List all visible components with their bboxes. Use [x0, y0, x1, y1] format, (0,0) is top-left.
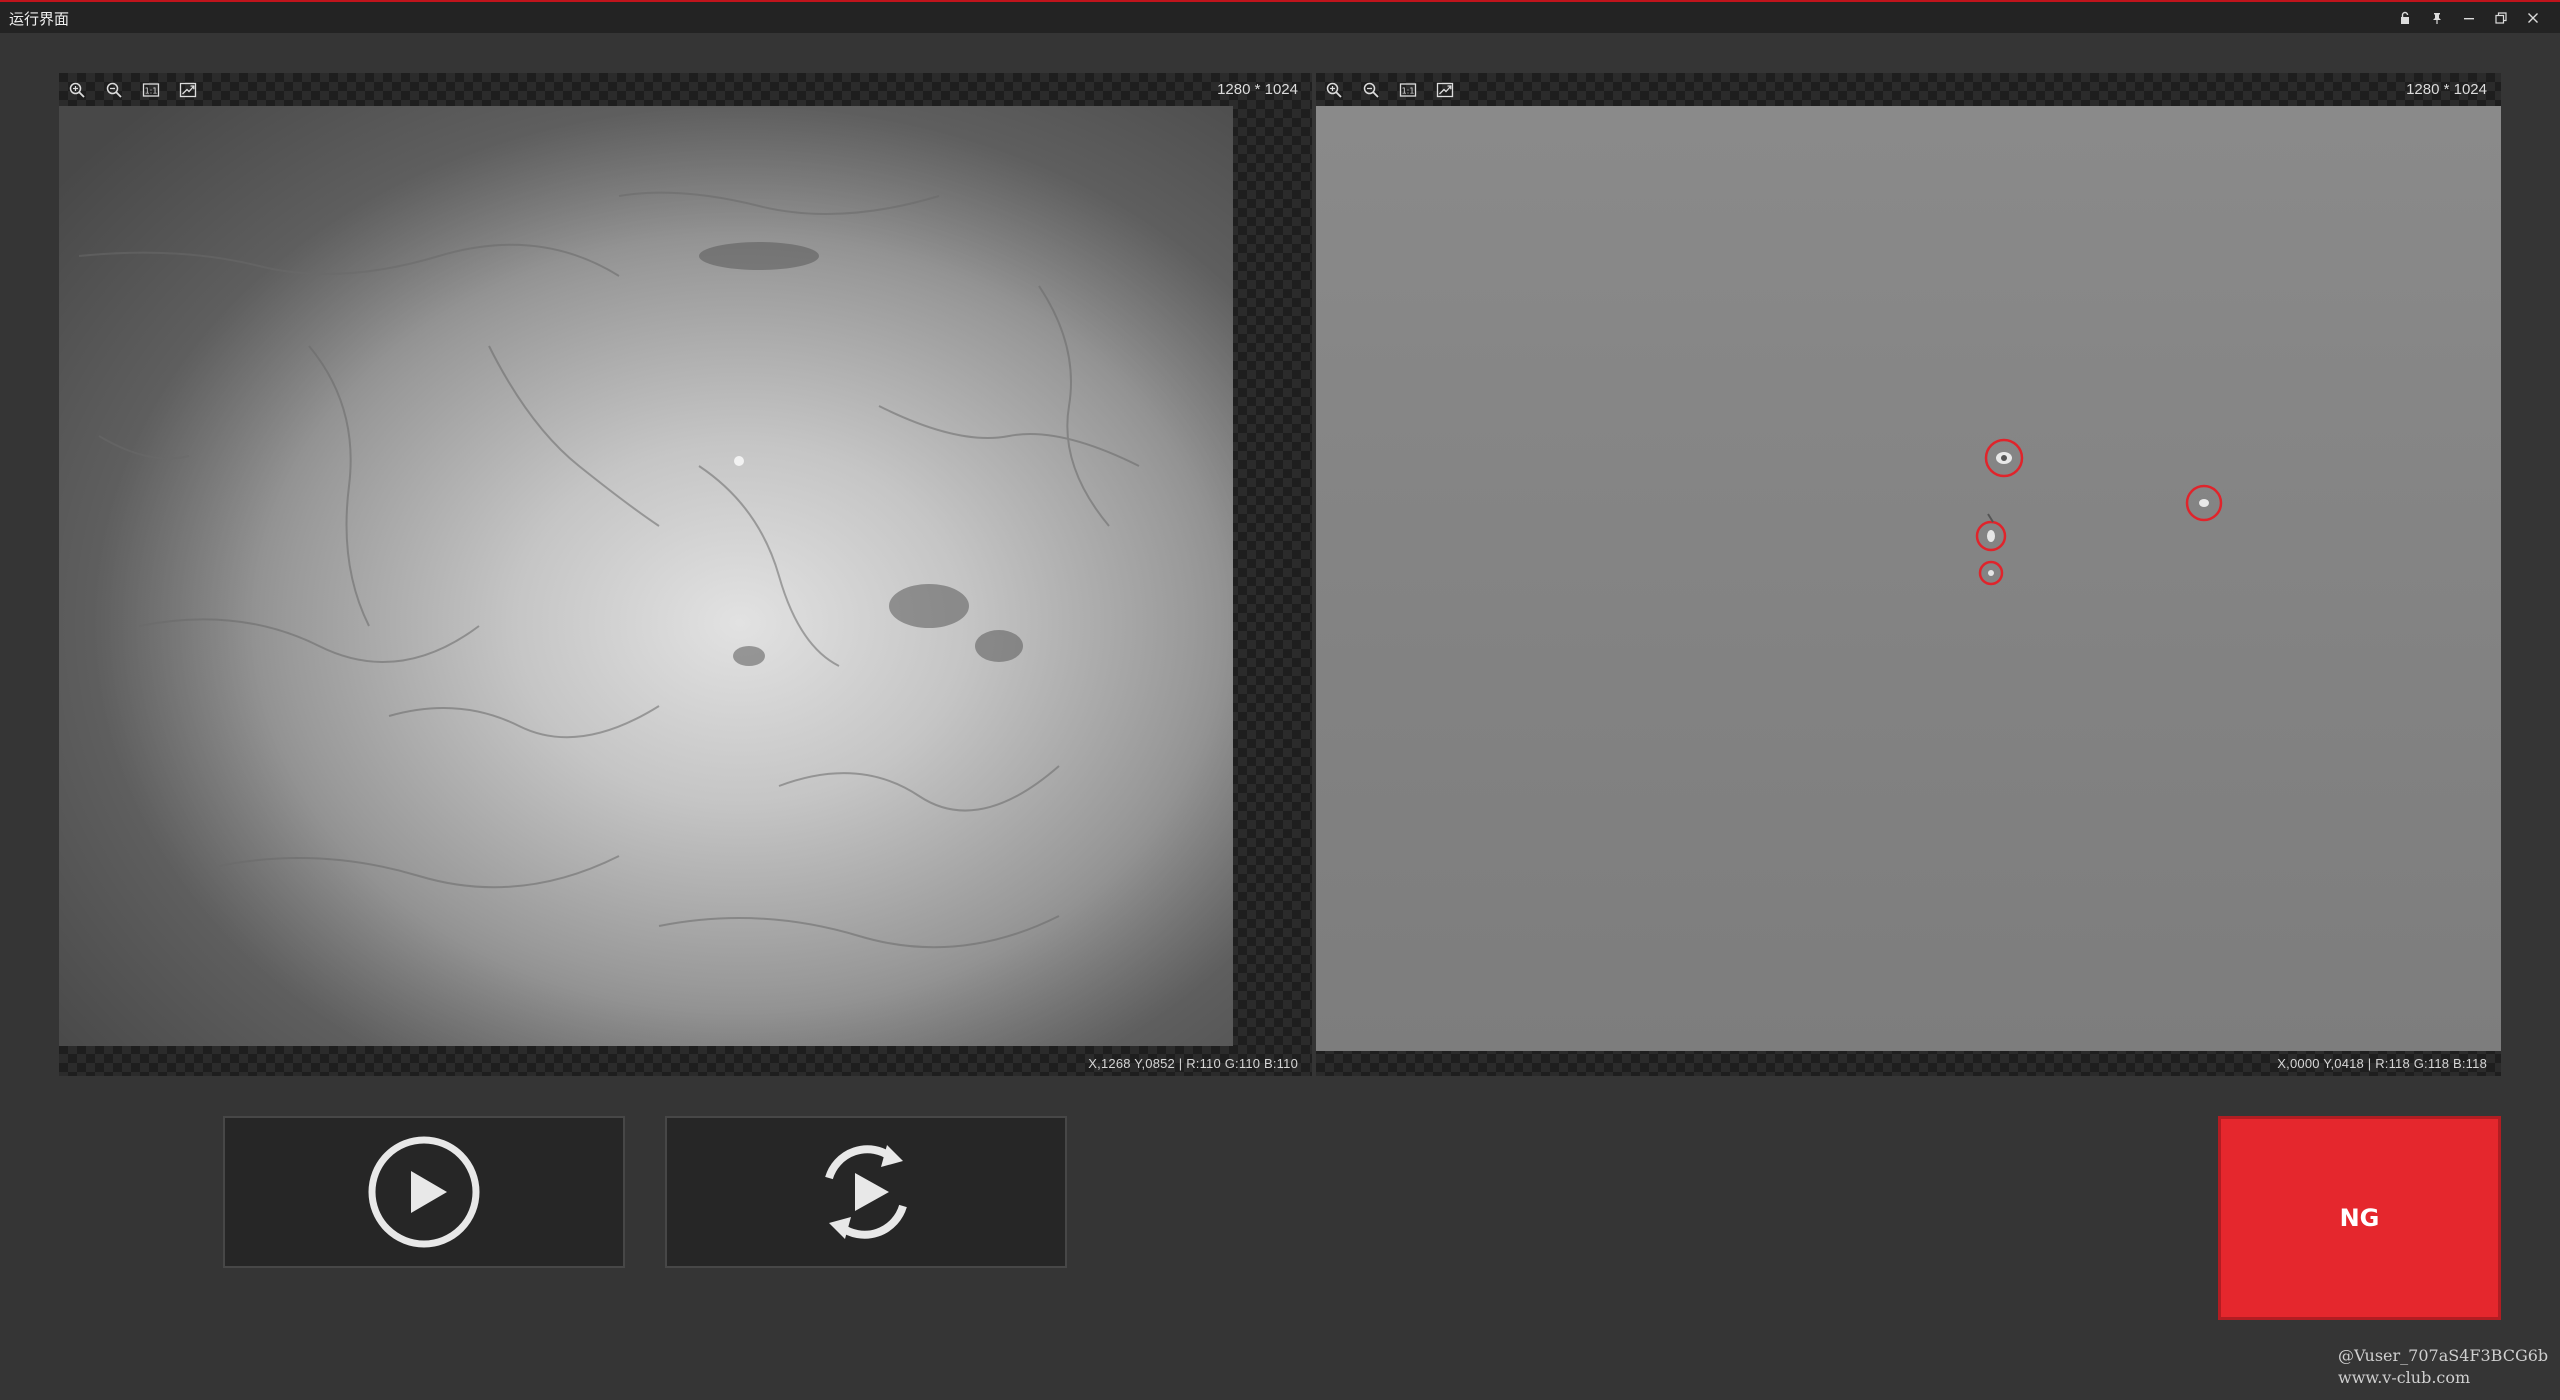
cycle-play-icon: [825, 1145, 907, 1239]
close-icon[interactable]: [2520, 7, 2546, 29]
result-indicator: NG: [2218, 1116, 2501, 1320]
actual-size-icon[interactable]: 1:1: [1398, 80, 1418, 100]
fit-image-icon[interactable]: [178, 80, 198, 100]
camera-image-right: [1316, 106, 2501, 1051]
camera-image-left: [59, 106, 1233, 1046]
pixel-status: X,0000 Y,0418 | R:118 G:118 B:118: [2277, 1056, 2487, 1071]
svg-text:1:1: 1:1: [1402, 87, 1415, 96]
viewer-toolbar: 1:1 1280 * 1024: [1316, 73, 2501, 106]
image-resolution: 1280 * 1024: [2406, 81, 2487, 98]
actual-size-icon[interactable]: 1:1: [141, 80, 161, 100]
pixel-status: X,1268 Y,0852 | R:110 G:110 B:110: [1088, 1056, 1298, 1071]
watermark: @Vuser_707aS4F3BCG6b www.v-club.com: [2338, 1345, 2548, 1389]
run-continuous-button[interactable]: [665, 1116, 1067, 1268]
window-controls: [2392, 7, 2546, 29]
camera-viewer-right[interactable]: 1:1 1280 * 1024 X,0000 Y,0418 | R:118 G:…: [1316, 73, 2501, 1076]
defect-overlay: [1975, 438, 2223, 586]
window-title: 运行界面: [9, 10, 70, 28]
zoom-out-icon[interactable]: [104, 80, 124, 100]
zoom-in-icon[interactable]: [1324, 80, 1344, 100]
play-circle-icon: [368, 1136, 480, 1248]
image-resolution: 1280 * 1024: [1217, 81, 1298, 98]
surface-texture: [59, 106, 1233, 1046]
defect-mark: [1975, 520, 2007, 552]
watermark-user: @Vuser_707aS4F3BCG6b: [2338, 1346, 2549, 1365]
watermark-site: www.v-club.com: [2338, 1368, 2471, 1387]
title-bar: 运行界面: [0, 0, 2560, 33]
run-once-button[interactable]: [223, 1116, 625, 1268]
restore-icon[interactable]: [2488, 7, 2514, 29]
lock-icon[interactable]: [2392, 7, 2418, 29]
fit-image-icon[interactable]: [1435, 80, 1455, 100]
viewer-toolbar: 1:1 1280 * 1024: [59, 73, 1312, 106]
zoom-out-icon[interactable]: [1361, 80, 1381, 100]
result-label: NG: [2339, 1204, 2380, 1232]
pin-icon[interactable]: [2424, 7, 2450, 29]
defect-mark: [1984, 438, 2024, 478]
minimize-icon[interactable]: [2456, 7, 2482, 29]
zoom-in-icon[interactable]: [67, 80, 87, 100]
defect-mark: [2185, 484, 2223, 522]
defect-mark: [1978, 560, 2004, 586]
svg-text:1:1: 1:1: [145, 87, 158, 96]
camera-viewer-left[interactable]: 1:1 1280 * 1024 X,1268 Y,0852 | R:110 G:…: [59, 73, 1312, 1076]
